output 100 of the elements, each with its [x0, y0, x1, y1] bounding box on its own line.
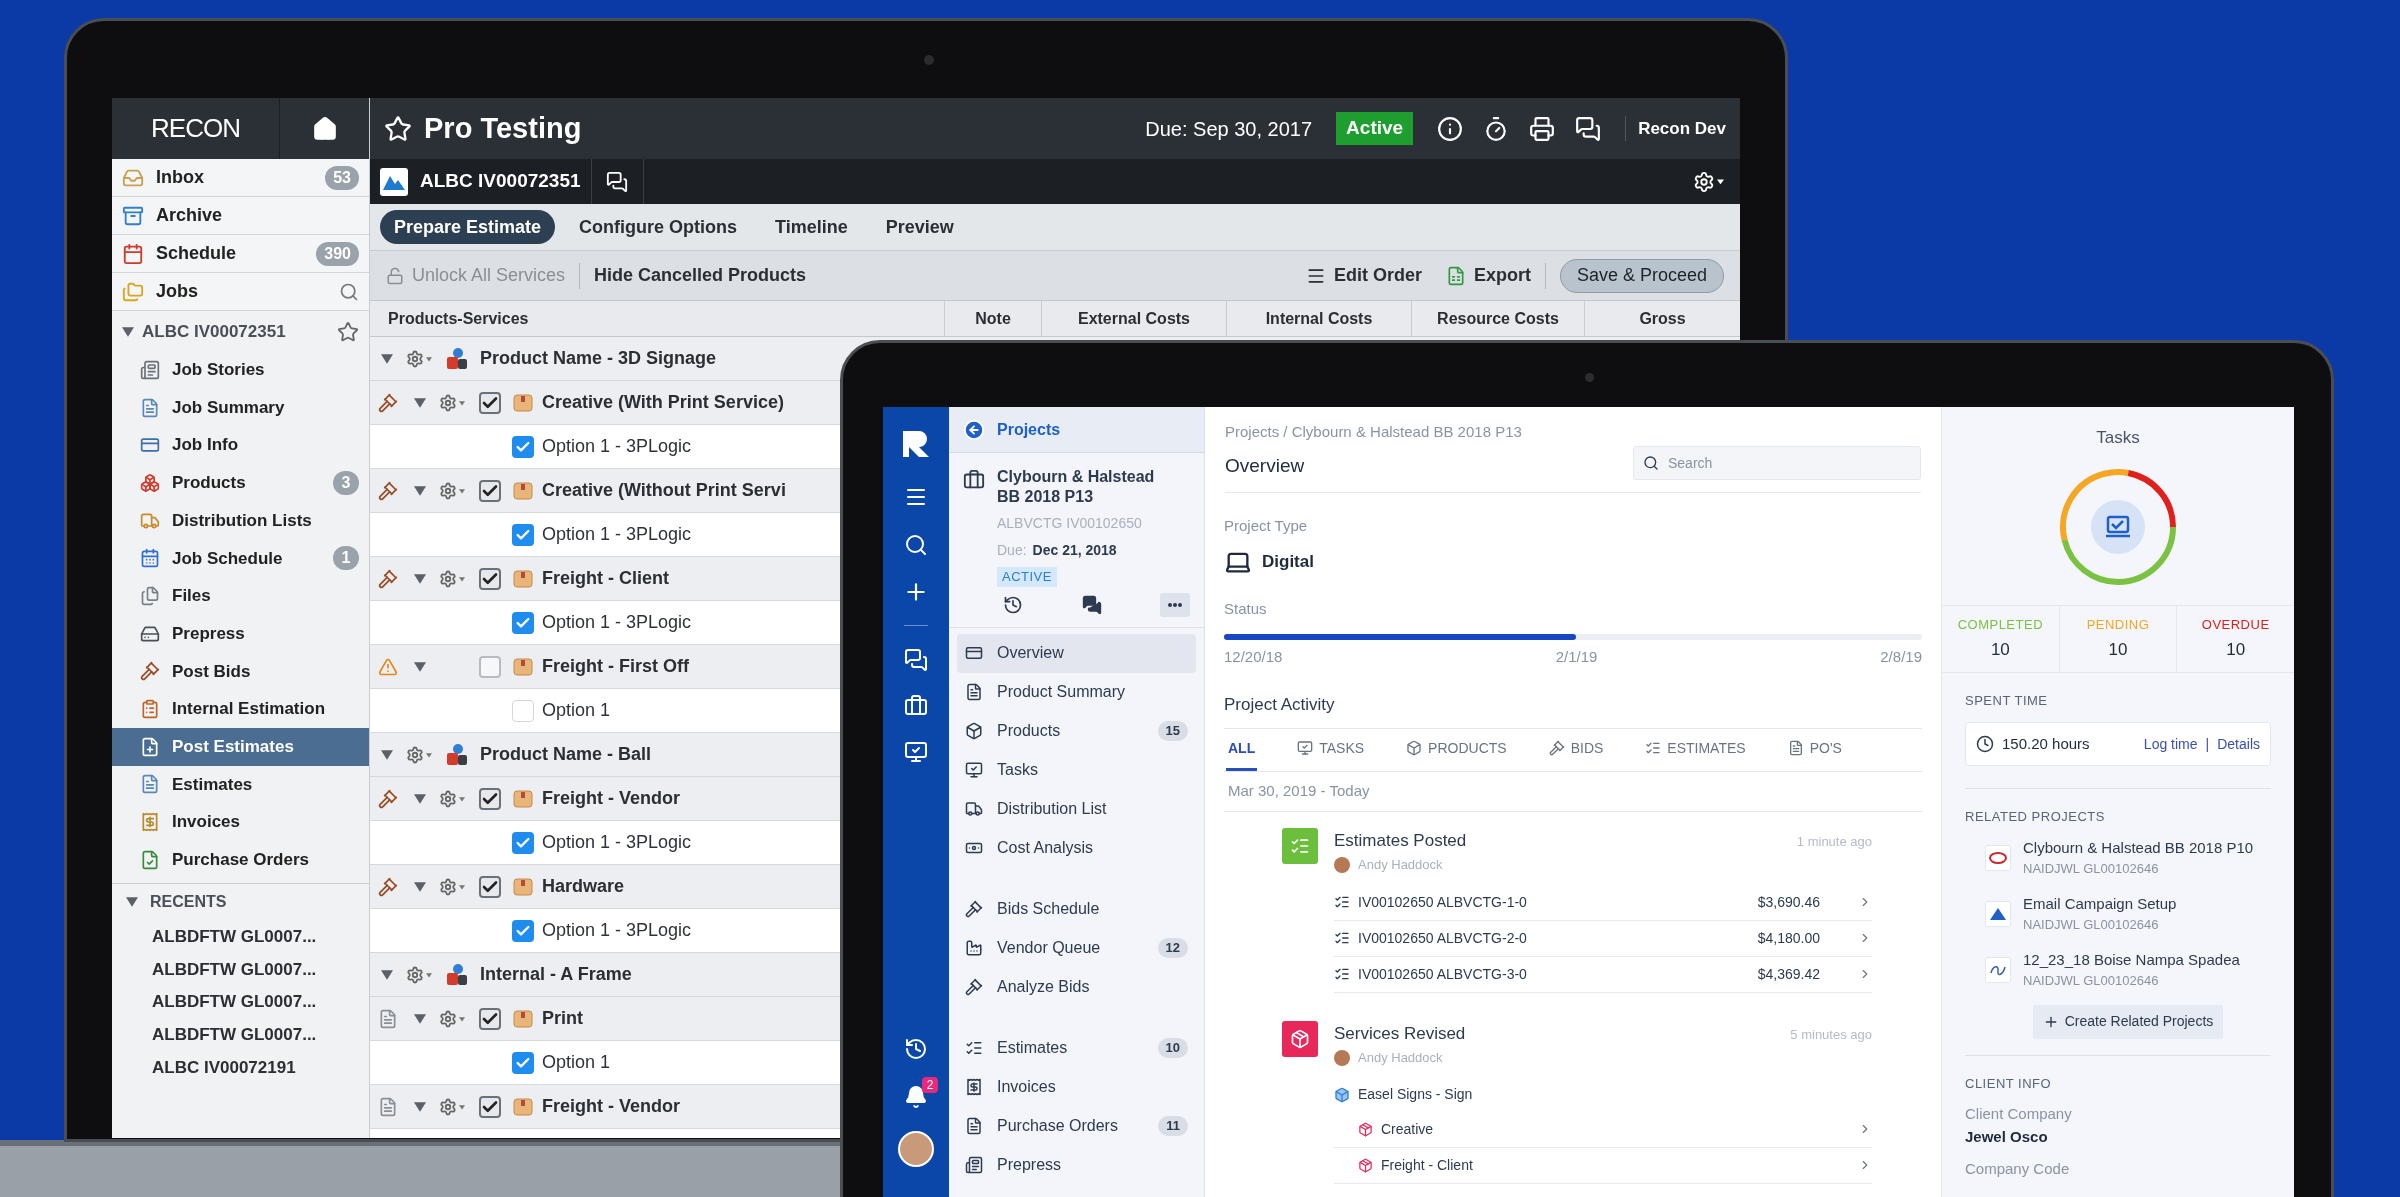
- checkbox[interactable]: [512, 1051, 534, 1074]
- sidebar-item[interactable]: Invoices: [112, 803, 369, 841]
- triangle-icon[interactable]: [381, 968, 393, 981]
- user-name[interactable]: Recon Dev: [1625, 115, 1726, 142]
- tab[interactable]: TASKS: [1295, 728, 1367, 771]
- checkbox[interactable]: [512, 435, 534, 458]
- log-time-link[interactable]: Log time: [2143, 733, 2198, 755]
- gear-menu-icon[interactable]: [406, 349, 432, 368]
- sidebar-item[interactable]: Prepress: [112, 614, 369, 653]
- history-icon[interactable]: [1003, 594, 1023, 615]
- tab[interactable]: Prepare Estimate: [380, 210, 556, 244]
- sidebar-item[interactable]: Post Bids: [112, 652, 369, 691]
- triangle-icon[interactable]: [414, 660, 426, 673]
- nav-item[interactable]: Estimates 10: [957, 1028, 1196, 1068]
- checkbox[interactable]: [479, 1095, 501, 1118]
- recent-item[interactable]: ALBC IV00072191: [112, 1051, 369, 1084]
- triangle-icon[interactable]: [414, 572, 426, 585]
- tab[interactable]: Preview: [871, 210, 968, 244]
- checkbox[interactable]: [479, 567, 501, 590]
- checkbox[interactable]: [479, 391, 501, 414]
- activity-line[interactable]: IV00102650 ALBVCTG-2-0 $4,180.00: [1334, 920, 1872, 957]
- gear-menu-icon[interactable]: [439, 1097, 465, 1116]
- column-header[interactable]: Products-Services: [388, 306, 529, 331]
- sidebar-item[interactable]: Job Stories: [112, 351, 369, 389]
- info-icon[interactable]: [1437, 115, 1464, 142]
- back-icon[interactable]: [963, 418, 985, 441]
- checkbox[interactable]: [479, 875, 501, 898]
- nav-item[interactable]: Analyze Bids: [957, 967, 1196, 1007]
- tab[interactable]: BIDS: [1546, 728, 1606, 771]
- activity-line[interactable]: IV00102650 ALBVCTG-1-0 $3,690.46: [1334, 884, 1872, 921]
- triangle-icon[interactable]: [122, 326, 134, 338]
- gear-menu-icon[interactable]: [439, 481, 465, 500]
- gear-menu-icon[interactable]: [406, 965, 432, 984]
- nav-item[interactable]: Tasks: [957, 750, 1196, 790]
- column-header[interactable]: Resource Costs: [1437, 306, 1559, 331]
- briefcase-icon[interactable]: [904, 694, 928, 718]
- gear-menu-icon[interactable]: [439, 789, 465, 808]
- task-icon[interactable]: [904, 740, 928, 764]
- search-icon[interactable]: [904, 533, 928, 557]
- sidebar-item[interactable]: Job Summary: [112, 388, 369, 427]
- search-icon[interactable]: [339, 281, 359, 302]
- related-project[interactable]: Clybourn & Halstead BB 2018 P10 NAIDJWL GL00102646: [1985, 836, 2271, 879]
- tab[interactable]: ALL: [1226, 728, 1258, 771]
- sidebar-item[interactable]: Post Estimates: [112, 727, 369, 766]
- nav-item[interactable]: Bids Schedule: [957, 889, 1196, 929]
- tab[interactable]: ESTIMATES: [1643, 728, 1748, 771]
- triangle-icon[interactable]: [414, 792, 426, 805]
- triangle-icon[interactable]: [414, 1012, 426, 1025]
- nav-item[interactable]: Products 15: [957, 711, 1196, 751]
- tab[interactable]: PO'S: [1785, 728, 1844, 771]
- gear-menu-icon[interactable]: [406, 745, 432, 764]
- search-field[interactable]: Search: [1633, 446, 1921, 480]
- column-header[interactable]: Note: [975, 306, 1011, 331]
- export-button[interactable]: Export: [1445, 262, 1531, 289]
- triangle-icon[interactable]: [126, 896, 138, 909]
- checkbox[interactable]: [479, 787, 501, 810]
- recent-item[interactable]: ALBDFTW GL0007...: [112, 1018, 369, 1051]
- nav-item[interactable]: Product Summary: [957, 672, 1196, 712]
- chat-icon[interactable]: [1081, 594, 1102, 615]
- recent-item[interactable]: ALBDFTW GL0007...: [112, 953, 369, 986]
- hide-cancelled-button[interactable]: Hide Cancelled Products: [594, 262, 807, 289]
- star-icon[interactable]: [384, 114, 412, 143]
- avatar[interactable]: [898, 1131, 934, 1167]
- triangle-icon[interactable]: [381, 748, 393, 761]
- sidebar-item[interactable]: Job Schedule 1: [112, 539, 369, 578]
- triangle-icon[interactable]: [414, 880, 426, 893]
- sidebar-item[interactable]: Estimates: [112, 765, 369, 804]
- column-header[interactable]: External Costs: [1077, 306, 1190, 331]
- chat-icon[interactable]: [606, 170, 629, 193]
- chat-icon[interactable]: [1575, 115, 1602, 142]
- nav-item[interactable]: Overview: [957, 633, 1196, 673]
- details-link[interactable]: Details: [2217, 733, 2260, 755]
- activity-line[interactable]: Creative: [1334, 1111, 1872, 1148]
- tab[interactable]: PRODUCTS: [1404, 728, 1509, 771]
- triangle-icon[interactable]: [414, 396, 426, 409]
- tab[interactable]: Timeline: [761, 210, 862, 244]
- gear-menu-icon[interactable]: [439, 569, 465, 588]
- app-logo-icon[interactable]: [901, 429, 931, 459]
- sidebar-item[interactable]: Job Info: [112, 426, 369, 465]
- checkbox[interactable]: [512, 523, 534, 546]
- sidebar-item[interactable]: Products 3: [112, 464, 369, 502]
- tab[interactable]: Configure Options: [565, 210, 752, 244]
- related-project[interactable]: 12_23_18 Boise Nampa Spadea NAIDJWL GL00102646: [1985, 948, 2271, 991]
- back-link[interactable]: Projects: [997, 417, 1061, 442]
- chat-icon[interactable]: [904, 648, 928, 672]
- gear-menu-icon[interactable]: [439, 1009, 465, 1028]
- recent-item[interactable]: ALBDFTW GL0007...: [112, 920, 369, 954]
- nav-item[interactable]: Prepress: [957, 1145, 1196, 1185]
- notification-icon[interactable]: [904, 1085, 928, 1109]
- save-proceed-button[interactable]: Save & Proceed: [1559, 258, 1724, 293]
- create-related-button[interactable]: Create Related Projects: [2032, 1004, 2224, 1039]
- recent-item[interactable]: ALBDFTW GL0007...: [112, 985, 369, 1019]
- checkbox[interactable]: [479, 479, 501, 502]
- checkbox[interactable]: [479, 655, 501, 678]
- sidebar-item[interactable]: Distribution Lists: [112, 501, 369, 540]
- section-heading[interactable]: RECENTS: [150, 890, 227, 915]
- activity-line[interactable]: IV00102650 ALBVCTG-3-0 $4,369.42: [1334, 956, 1872, 993]
- nav-item[interactable]: Vendor Queue 12: [957, 928, 1196, 968]
- job-title[interactable]: ALBC IV00072351: [142, 319, 286, 345]
- more-button[interactable]: [1160, 592, 1190, 617]
